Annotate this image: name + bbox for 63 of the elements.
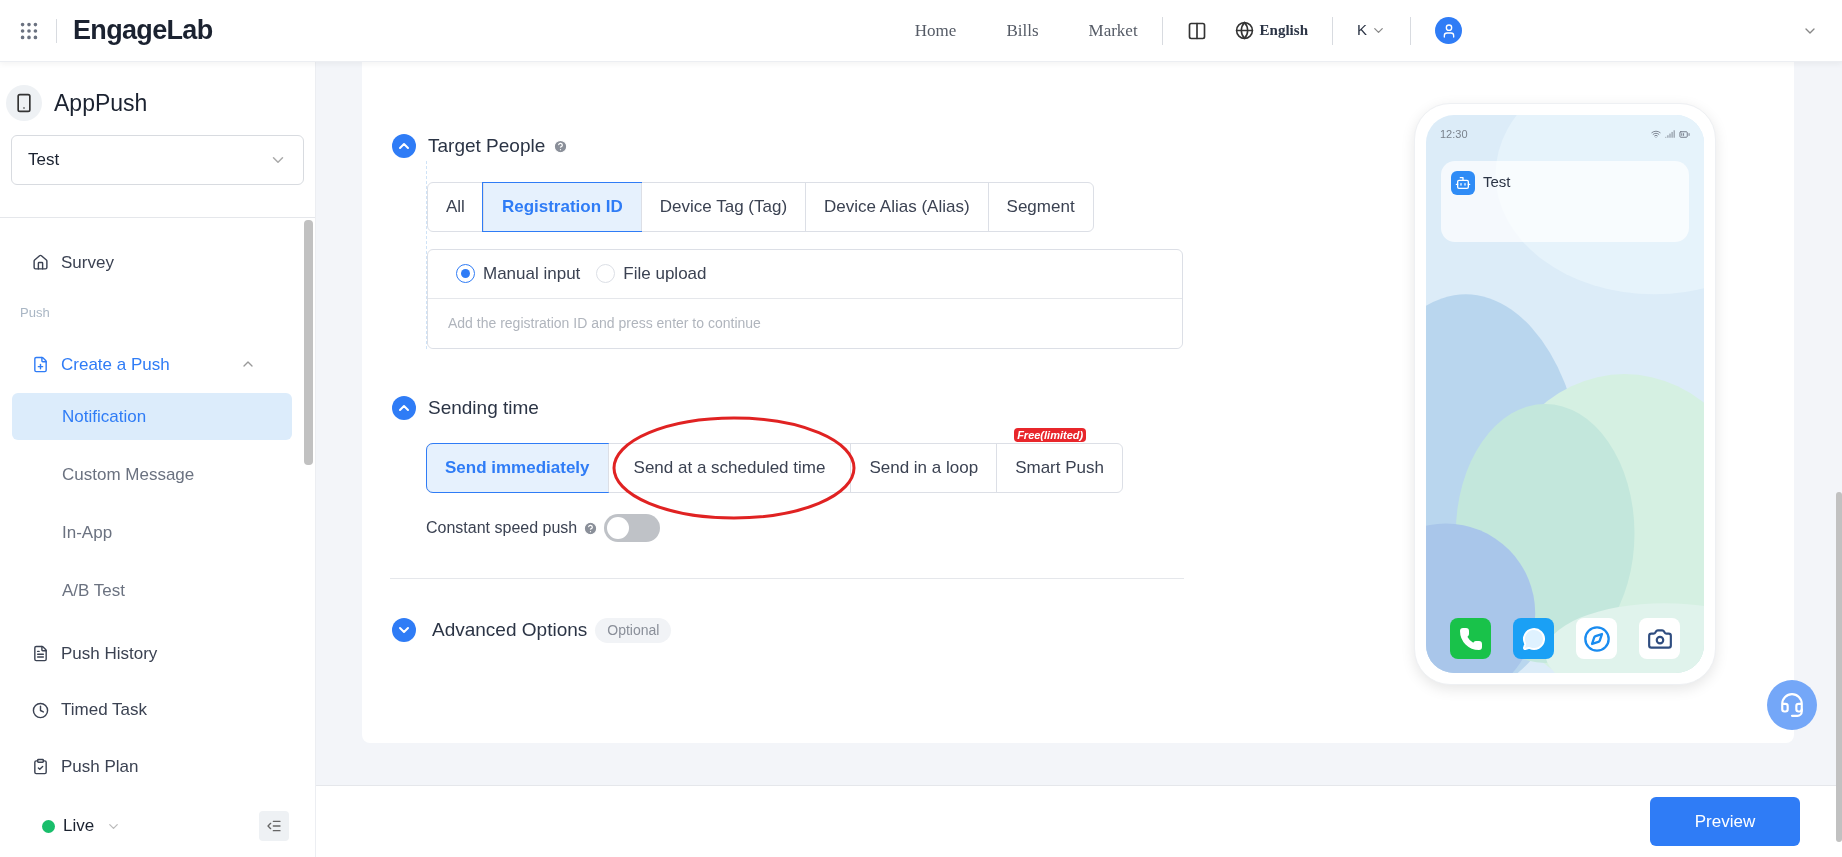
- menu-item[interactable]: Push History: [0, 625, 304, 682]
- nav-link[interactable]: Market: [1088, 17, 1138, 44]
- phone-app-icon: [1450, 618, 1491, 659]
- nav-link[interactable]: Bills: [1006, 17, 1039, 44]
- radio-option[interactable]: Manual input: [456, 260, 581, 287]
- document-icon: [32, 645, 49, 663]
- chat-app-icon: [1513, 618, 1554, 659]
- help-icon[interactable]: [583, 520, 599, 536]
- target-tab[interactable]: Segment: [987, 182, 1093, 231]
- toggle-label: Constant speed push: [426, 518, 578, 538]
- account-menu[interactable]: K: [1357, 19, 1367, 42]
- section-label: Push: [20, 304, 51, 323]
- collapse-icon[interactable]: [392, 134, 416, 159]
- support-button[interactable]: [1767, 680, 1817, 730]
- compass-app-icon: [1576, 618, 1617, 659]
- status-label[interactable]: Live: [63, 813, 95, 839]
- promo-badge: Free(limited): [1014, 428, 1087, 442]
- menu-group[interactable]: Create a Push: [0, 335, 304, 394]
- section-title: Target People: [428, 134, 546, 158]
- submenu-item[interactable]: Custom Message: [12, 451, 292, 499]
- camera-app-icon: [1639, 618, 1680, 659]
- sending-option[interactable]: Smart Push: [996, 444, 1122, 492]
- battery-icon: [1679, 128, 1690, 140]
- menu-item[interactable]: Survey: [0, 234, 304, 291]
- app-select[interactable]: Test: [11, 135, 304, 185]
- submenu-item[interactable]: In-App: [12, 509, 292, 557]
- headset-icon: [1779, 692, 1805, 718]
- collapse-sidebar-icon[interactable]: [259, 811, 289, 841]
- expand-icon[interactable]: [392, 618, 416, 643]
- target-input-panel[interactable]: Manual input File upload Add the registration ID and press enter to continue: [427, 248, 1183, 349]
- app-name: AppPush: [54, 88, 148, 118]
- toggle-switch[interactable]: [604, 514, 661, 542]
- menu-item[interactable]: Push Plan: [0, 738, 304, 796]
- scrollbar[interactable]: [1836, 492, 1842, 842]
- sending-option[interactable]: Send in a loop: [850, 444, 997, 492]
- help-icon[interactable]: [553, 138, 569, 154]
- sending-option[interactable]: Send at a scheduled time: [607, 444, 851, 492]
- target-tab[interactable]: Device Tag (Tag): [640, 182, 806, 231]
- radio-option[interactable]: File upload: [596, 260, 707, 287]
- app-icon: [6, 85, 42, 121]
- notification-title: Test: [1483, 171, 1511, 192]
- target-tab[interactable]: Device Alias (Alias): [805, 182, 988, 231]
- nav-link[interactable]: Home: [914, 17, 957, 44]
- menu-item[interactable]: Timed Task: [0, 681, 304, 739]
- section-title: Sending time: [428, 395, 539, 420]
- home-icon: [32, 253, 49, 271]
- signal-icon: [1665, 128, 1675, 139]
- wifi-icon: [1651, 128, 1661, 139]
- preview-button[interactable]: Preview: [1650, 797, 1800, 846]
- target-tab[interactable]: All: [428, 182, 483, 231]
- scrollbar[interactable]: [304, 220, 313, 465]
- globe-icon[interactable]: [1234, 21, 1254, 40]
- collapse-icon[interactable]: [392, 395, 416, 420]
- avatar-icon[interactable]: [1435, 17, 1462, 44]
- optional-tag: Optional: [595, 617, 672, 643]
- clock-icon: [32, 701, 49, 719]
- section-title: Advanced Options: [432, 618, 588, 642]
- submenu-item[interactable]: A/B Test: [12, 567, 292, 615]
- language-selector[interactable]: English: [1259, 19, 1308, 42]
- logo: EngageLab: [73, 14, 213, 48]
- file-plus-icon: [32, 355, 49, 373]
- checklist-icon: [32, 758, 49, 776]
- status-time: 12:30: [1440, 127, 1468, 142]
